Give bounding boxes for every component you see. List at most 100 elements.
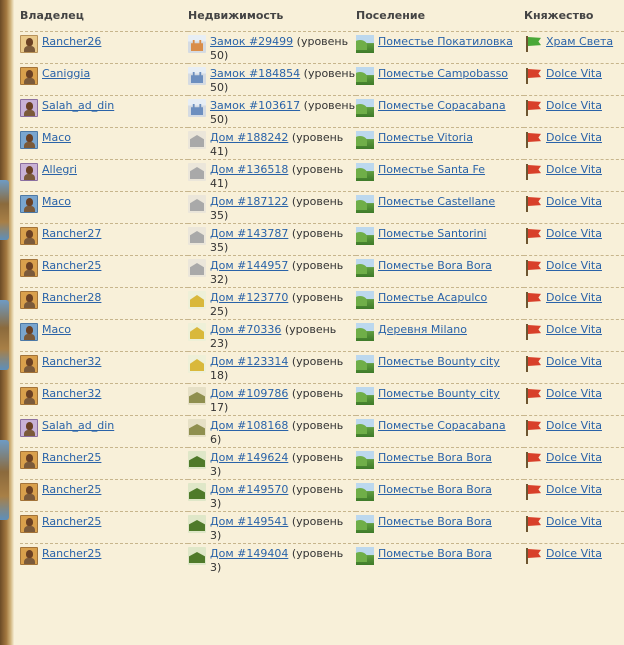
avatar-icon [20, 99, 38, 117]
property-link[interactable]: Дом #123314 [210, 355, 288, 368]
principality-link[interactable]: Dolce Vita [546, 387, 602, 401]
red-flag-icon [524, 227, 542, 245]
property-link[interactable]: Дом #108168 [210, 419, 288, 432]
property-link[interactable]: Дом #109786 [210, 387, 288, 400]
principality-link[interactable]: Dolce Vita [546, 355, 602, 369]
owner-link[interactable]: Rancher27 [42, 227, 101, 241]
principality-link[interactable]: Dolce Vita [546, 131, 602, 145]
property-link[interactable]: Замок #184854 [210, 67, 300, 80]
settlement-link[interactable]: Поместье Bora Bora [378, 547, 492, 561]
property-link[interactable]: Дом #149570 [210, 483, 288, 496]
table-row: Salah_ad_din Дом #108168 (уровень 6) Помес… [20, 415, 624, 448]
property-link[interactable]: Дом #144957 [210, 259, 288, 272]
owner-link[interactable]: Maco [42, 131, 71, 145]
settlement-icon [356, 419, 374, 437]
settlement-link[interactable]: Поместье Copacabana [378, 419, 506, 433]
property-cell: Замок #29499 (уровень 50) [188, 31, 356, 64]
property-link[interactable]: Дом #149541 [210, 515, 288, 528]
settlement-icon [356, 355, 374, 373]
settlement-link[interactable]: Поместье Bora Bora [378, 515, 492, 529]
hut-icon [188, 515, 206, 533]
principality-link[interactable]: Dolce Vita [546, 515, 602, 529]
principality-cell: Dolce Vita [524, 255, 624, 288]
house-icon [188, 291, 206, 309]
property-link[interactable]: Дом #136518 [210, 163, 288, 176]
owner-cell: Rancher25 [20, 479, 188, 512]
property-cell: Дом #188242 (уровень 41) [188, 127, 356, 160]
principality-link[interactable]: Dolce Vita [546, 483, 602, 497]
property-link[interactable]: Замок #29499 [210, 35, 293, 48]
principality-link[interactable]: Dolce Vita [546, 451, 602, 465]
principality-cell: Dolce Vita [524, 127, 624, 160]
settlement-link[interactable]: Поместье Bounty city [378, 387, 500, 401]
owner-link[interactable]: Rancher25 [42, 547, 101, 561]
owner-link[interactable]: Salah_ad_din [42, 99, 114, 113]
settlement-link[interactable]: Поместье Bora Bora [378, 451, 492, 465]
property-link[interactable]: Дом #123770 [210, 291, 288, 304]
property-cell: Дом #143787 (уровень 35) [188, 223, 356, 256]
principality-link[interactable]: Dolce Vita [546, 99, 602, 113]
owner-link[interactable]: Rancher28 [42, 291, 101, 305]
property-link[interactable]: Дом #149404 [210, 547, 288, 560]
settlement-link[interactable]: Деревня Milano [378, 323, 467, 337]
owner-link[interactable]: Rancher32 [42, 387, 101, 401]
owner-link[interactable]: Salah_ad_din [42, 419, 114, 433]
owner-link[interactable]: Maco [42, 323, 71, 337]
settlement-cell: Поместье Copacabana [356, 95, 524, 128]
property-link[interactable]: Замок #103617 [210, 99, 300, 112]
castle-orange-icon [188, 35, 206, 53]
principality-link[interactable]: Dolce Vita [546, 259, 602, 273]
settlement-link[interactable]: Поместье Bora Bora [378, 483, 492, 497]
estates-table: Владелец Недвижимость Поселение Княжеств… [20, 0, 624, 575]
owner-link[interactable]: Allegri [42, 163, 77, 177]
owner-link[interactable]: Maco [42, 195, 71, 209]
property-link[interactable]: Дом #188242 [210, 131, 288, 144]
principality-link[interactable]: Храм Света [546, 35, 613, 49]
owner-link[interactable]: Rancher25 [42, 259, 101, 273]
settlement-link[interactable]: Поместье Copacabana [378, 99, 506, 113]
settlement-icon [356, 163, 374, 181]
owner-link[interactable]: Rancher25 [42, 483, 101, 497]
owner-link[interactable]: Rancher25 [42, 515, 101, 529]
owner-cell: Rancher32 [20, 383, 188, 416]
manor-icon [188, 163, 206, 181]
property-link[interactable]: Дом #143787 [210, 227, 288, 240]
principality-link[interactable]: Dolce Vita [546, 67, 602, 81]
settlement-link[interactable]: Поместье Покатиловка [378, 35, 513, 49]
settlement-link[interactable]: Поместье Bora Bora [378, 259, 492, 273]
settlement-link[interactable]: Поместье Castellane [378, 195, 495, 209]
red-flag-icon [524, 99, 542, 117]
settlement-link[interactable]: Поместье Vitoria [378, 131, 473, 145]
settlement-icon [356, 99, 374, 117]
property-link[interactable]: Дом #70336 [210, 323, 281, 336]
owner-link[interactable]: Caniggia [42, 67, 90, 81]
red-flag-icon [524, 259, 542, 277]
principality-cell: Dolce Vita [524, 63, 624, 96]
settlement-cell: Поместье Bora Bora [356, 511, 524, 544]
settlement-link[interactable]: Поместье Bounty city [378, 355, 500, 369]
table-row: Rancher32 Дом #109786 (уровень 17) Поместь… [20, 383, 624, 416]
property-link[interactable]: Дом #149624 [210, 451, 288, 464]
settlement-link[interactable]: Поместье Santa Fe [378, 163, 485, 177]
settlement-cell: Поместье Acapulco [356, 287, 524, 320]
owner-link[interactable]: Rancher26 [42, 35, 101, 49]
principality-link[interactable]: Dolce Vita [546, 547, 602, 561]
settlement-link[interactable]: Поместье Acapulco [378, 291, 487, 305]
avatar-icon [20, 515, 38, 533]
principality-link[interactable]: Dolce Vita [546, 291, 602, 305]
table-row: Maco Дом #187122 (уровень 35) Поместье Cas… [20, 191, 624, 224]
table-row: Maco Дом #188242 (уровень 41) Поместье Vit… [20, 127, 624, 160]
principality-link[interactable]: Dolce Vita [546, 227, 602, 241]
owner-link[interactable]: Rancher25 [42, 451, 101, 465]
principality-link[interactable]: Dolce Vita [546, 419, 602, 433]
principality-link[interactable]: Dolce Vita [546, 195, 602, 209]
principality-link[interactable]: Dolce Vita [546, 323, 602, 337]
settlement-link[interactable]: Поместье Campobasso [378, 67, 508, 81]
principality-link[interactable]: Dolce Vita [546, 163, 602, 177]
property-cell: Дом #123770 (уровень 25) [188, 287, 356, 320]
owner-link[interactable]: Rancher32 [42, 355, 101, 369]
avatar-icon [20, 35, 38, 53]
property-link[interactable]: Дом #187122 [210, 195, 288, 208]
settlement-link[interactable]: Поместье Santorini [378, 227, 487, 241]
table-row: Rancher25 Дом #149624 (уровень 3) Поместье… [20, 447, 624, 480]
